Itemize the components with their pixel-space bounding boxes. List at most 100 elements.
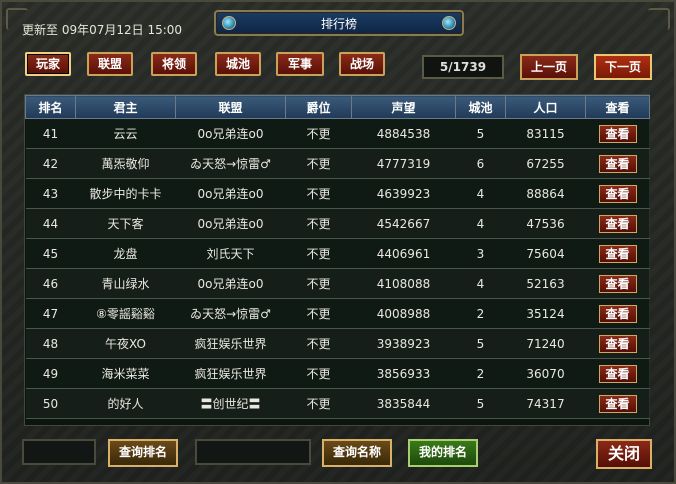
cell-rank: 48 xyxy=(25,328,76,359)
view-button[interactable]: 查看 xyxy=(598,184,637,203)
cell-rank: 50 xyxy=(25,388,76,419)
table-row: 42 萬炁敬仰 ゐ天怒→惊雷♂ 不更 4777319 6 67255 查看 xyxy=(25,148,650,179)
cell-lord: 萬炁敬仰 xyxy=(75,148,176,179)
prev-page-button[interactable]: 上一页 xyxy=(520,54,578,80)
cell-view: 查看 xyxy=(585,238,650,269)
table-row: 50 的好人 〓创世纪〓 不更 3835844 5 74317 查看 xyxy=(25,388,650,419)
cell-alliance: 刘氏天下 xyxy=(175,238,286,269)
view-button[interactable]: 查看 xyxy=(598,364,637,383)
cell-cities: 4 xyxy=(455,268,506,299)
next-page-button[interactable]: 下一页 xyxy=(594,54,652,80)
tab-alliances[interactable]: 联盟 xyxy=(87,52,133,76)
cell-lord: ⑧零謡谿谿 xyxy=(75,298,176,329)
cell-prestige: 4639923 xyxy=(351,178,456,209)
cell-view: 查看 xyxy=(585,148,650,179)
cell-population: 71240 xyxy=(505,328,586,359)
tab-players[interactable]: 玩家 xyxy=(25,52,71,76)
cell-alliance: ゐ天怒→惊雷♂ xyxy=(175,298,286,329)
cell-title: 不更 xyxy=(285,178,352,209)
cell-title: 不更 xyxy=(285,388,352,419)
cell-title: 不更 xyxy=(285,358,352,389)
header-rank: 排名 xyxy=(25,95,76,119)
header-prestige: 声望 xyxy=(351,95,456,119)
cell-prestige: 3835844 xyxy=(351,388,456,419)
table-row: 44 天下客 0o兄弟连o0 不更 4542667 4 47536 查看 xyxy=(25,208,650,239)
cell-title: 不更 xyxy=(285,328,352,359)
cell-lord: 午夜XO xyxy=(75,328,176,359)
header-title: 爵位 xyxy=(285,95,352,119)
cell-lord: 海米菜菜 xyxy=(75,358,176,389)
cell-rank: 46 xyxy=(25,268,76,299)
cell-lord: 云云 xyxy=(75,118,176,149)
cell-title: 不更 xyxy=(285,148,352,179)
view-button[interactable]: 查看 xyxy=(598,244,637,263)
cell-title: 不更 xyxy=(285,238,352,269)
tab-military[interactable]: 军事 xyxy=(276,52,324,76)
ranking-table: 排名 君主 联盟 爵位 声望 城池 人口 查看 41 云云 0o兄弟连o0 不更… xyxy=(24,94,650,426)
window-title: 排行榜 xyxy=(320,17,357,31)
cell-cities: 4 xyxy=(455,178,506,209)
view-button[interactable]: 查看 xyxy=(598,304,637,323)
cell-view: 查看 xyxy=(585,298,650,329)
cell-prestige: 4542667 xyxy=(351,208,456,239)
cell-population: 52163 xyxy=(505,268,586,299)
cell-prestige: 3938923 xyxy=(351,328,456,359)
cell-alliance: 0o兄弟连o0 xyxy=(175,118,286,149)
cell-rank: 47 xyxy=(25,298,76,329)
cell-lord: 的好人 xyxy=(75,388,176,419)
cell-prestige: 4406961 xyxy=(351,238,456,269)
frame-corner-right xyxy=(648,8,670,30)
cell-population: 67255 xyxy=(505,148,586,179)
view-button[interactable]: 查看 xyxy=(598,154,637,173)
query-rank-button[interactable]: 查询排名 xyxy=(108,439,178,467)
header-view: 查看 xyxy=(585,95,650,119)
cell-title: 不更 xyxy=(285,268,352,299)
cell-lord: 青山绿水 xyxy=(75,268,176,299)
rank-search-input[interactable] xyxy=(22,439,96,465)
cell-population: 88864 xyxy=(505,178,586,209)
view-button[interactable]: 查看 xyxy=(598,214,637,233)
cell-rank: 45 xyxy=(25,238,76,269)
table-row: 41 云云 0o兄弟连o0 不更 4884538 5 83115 查看 xyxy=(25,118,650,149)
cell-view: 查看 xyxy=(585,208,650,239)
cell-alliance: 疯狂娱乐世界 xyxy=(175,328,286,359)
tab-generals[interactable]: 将领 xyxy=(151,52,197,76)
cell-view: 查看 xyxy=(585,178,650,209)
table-row: 48 午夜XO 疯狂娱乐世界 不更 3938923 5 71240 查看 xyxy=(25,328,650,359)
tab-battlefield[interactable]: 战场 xyxy=(339,52,385,76)
header-lord: 君主 xyxy=(75,95,176,119)
cell-cities: 2 xyxy=(455,358,506,389)
header-alliance: 联盟 xyxy=(175,95,286,119)
cell-cities: 5 xyxy=(455,388,506,419)
cell-rank: 41 xyxy=(25,118,76,149)
update-time-text: 更新至 09年07月12日 15:00 xyxy=(22,23,183,37)
cell-alliance: 〓创世纪〓 xyxy=(175,388,286,419)
view-button[interactable]: 查看 xyxy=(598,124,637,143)
view-button[interactable]: 查看 xyxy=(598,274,637,293)
cell-rank: 43 xyxy=(25,178,76,209)
query-name-button[interactable]: 查询名称 xyxy=(322,439,392,467)
cell-population: 75604 xyxy=(505,238,586,269)
close-button[interactable]: 关闭 xyxy=(596,439,652,469)
page-indicator: 5/1739 xyxy=(422,55,504,79)
cell-rank: 42 xyxy=(25,148,76,179)
cell-prestige: 4008988 xyxy=(351,298,456,329)
cell-cities: 6 xyxy=(455,148,506,179)
gem-icon xyxy=(442,16,456,30)
table-row: 43 散步中的卡卡 0o兄弟连o0 不更 4639923 4 88864 查看 xyxy=(25,178,650,209)
cell-population: 36070 xyxy=(505,358,586,389)
cell-prestige: 4108088 xyxy=(351,268,456,299)
view-button[interactable]: 查看 xyxy=(598,394,637,413)
my-rank-button[interactable]: 我的排名 xyxy=(408,439,478,467)
table-row: 47 ⑧零謡谿谿 ゐ天怒→惊雷♂ 不更 4008988 2 35124 查看 xyxy=(25,298,650,329)
cell-view: 查看 xyxy=(585,358,650,389)
name-search-input[interactable] xyxy=(195,439,311,465)
cell-rank: 49 xyxy=(25,358,76,389)
cell-title: 不更 xyxy=(285,298,352,329)
cell-prestige: 4777319 xyxy=(351,148,456,179)
view-button[interactable]: 查看 xyxy=(598,334,637,353)
tab-cities[interactable]: 城池 xyxy=(215,52,261,76)
cell-cities: 5 xyxy=(455,328,506,359)
cell-view: 查看 xyxy=(585,328,650,359)
cell-cities: 3 xyxy=(455,238,506,269)
